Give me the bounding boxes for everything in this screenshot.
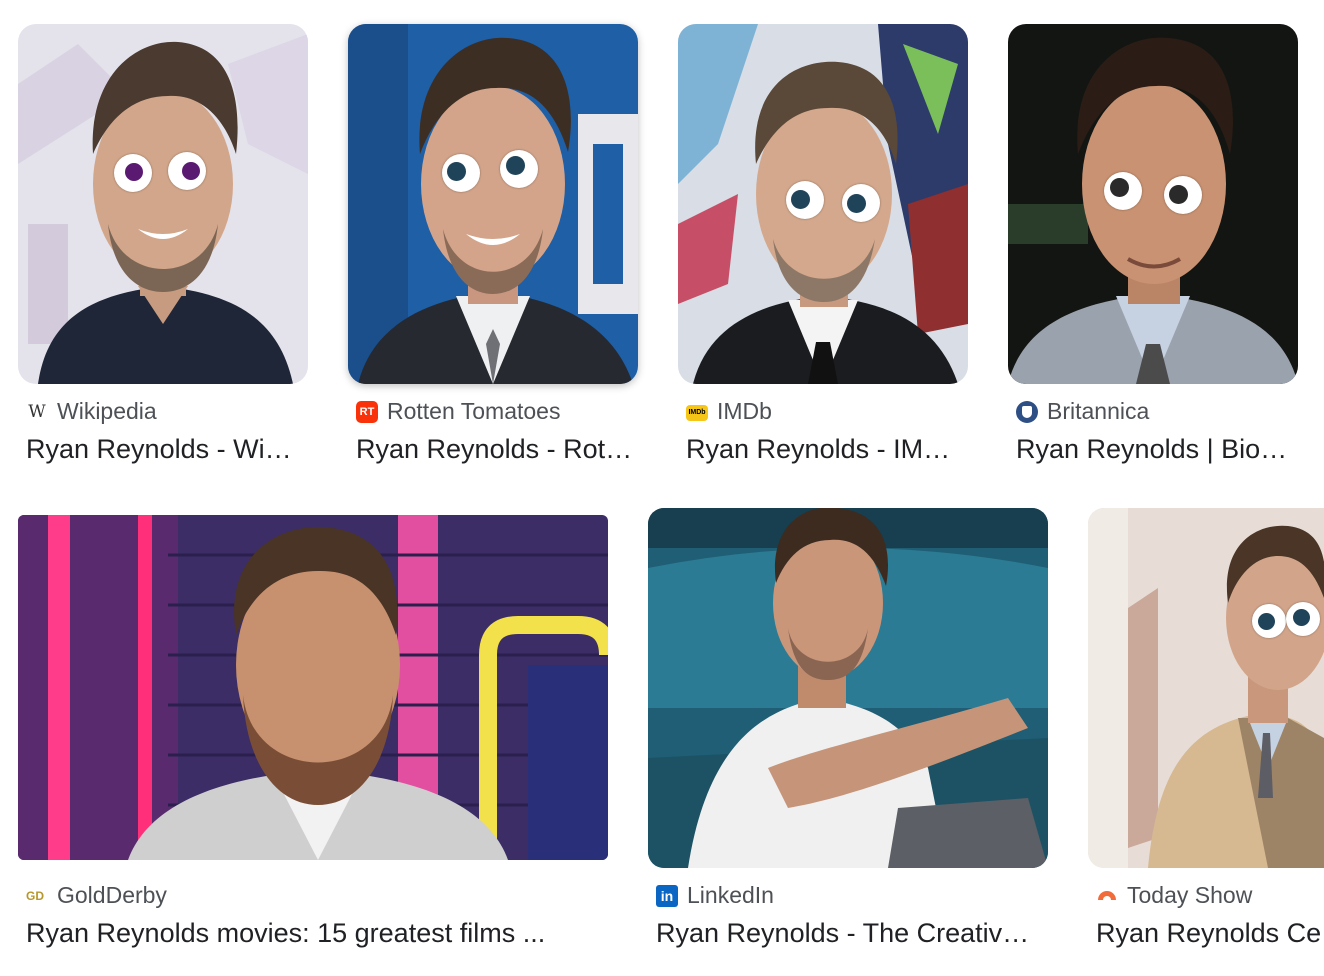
pupil: [1258, 613, 1275, 630]
pupil: [447, 162, 466, 181]
source-name: LinkedIn: [687, 882, 774, 908]
source-name: Britannica: [1047, 398, 1150, 424]
googly-eye-right: [1164, 176, 1202, 214]
googly-eye-right: [168, 152, 206, 190]
pupil: [182, 162, 200, 180]
pupil: [125, 163, 143, 181]
googly-eye-left: [1104, 172, 1142, 210]
result-source[interactable]: RT Rotten Tomatoes: [356, 398, 560, 425]
result-thumbnail[interactable]: [648, 508, 1048, 868]
goldderby-icon: GD: [26, 888, 44, 903]
source-name: GoldDerby: [57, 882, 167, 908]
result-source[interactable]: GD GoldDerby: [26, 882, 167, 909]
imdb-icon: IMDb: [686, 405, 708, 421]
result-source[interactable]: Britannica: [1016, 398, 1149, 425]
result-thumbnail[interactable]: [348, 24, 638, 384]
googly-eye-left: [442, 154, 480, 192]
result-thumbnail[interactable]: [678, 24, 968, 384]
portrait-photo: [1088, 508, 1324, 868]
googly-eye-right: [842, 184, 880, 222]
pupil: [791, 190, 810, 209]
result-source[interactable]: W Wikipedia: [26, 398, 157, 425]
googly-eye-right: [500, 150, 538, 188]
portrait-photo: [648, 508, 1048, 868]
googly-eye-right: [1286, 602, 1320, 636]
result-thumbnail[interactable]: [18, 24, 308, 384]
googly-eye-left: [114, 154, 152, 192]
portrait-photo: [348, 24, 638, 384]
portrait-photo: [18, 24, 308, 384]
pupil: [1293, 609, 1310, 626]
googly-eye-left: [786, 181, 824, 219]
result-thumbnail[interactable]: [1008, 24, 1298, 384]
source-name: Wikipedia: [57, 398, 157, 424]
result-title[interactable]: Ryan Reynolds Ce: [1096, 918, 1324, 949]
result-source[interactable]: in LinkedIn: [656, 882, 774, 909]
pupil: [847, 194, 866, 213]
pupil: [506, 156, 525, 175]
source-name: IMDb: [717, 398, 772, 424]
result-thumbnail[interactable]: [18, 515, 608, 860]
result-source[interactable]: Today Show: [1096, 882, 1252, 909]
portrait-photo: [18, 515, 608, 860]
result-thumbnail[interactable]: [1088, 508, 1324, 868]
britannica-icon: [1016, 400, 1038, 423]
googly-eye-left: [1252, 604, 1286, 638]
linkedin-icon: in: [656, 884, 678, 907]
result-title[interactable]: Ryan Reynolds - Wi…: [26, 434, 306, 465]
rotten-tomatoes-icon: RT: [356, 400, 378, 423]
wikipedia-icon: W: [28, 401, 46, 422]
result-title[interactable]: Ryan Reynolds movies: 15 greatest films …: [26, 918, 606, 949]
portrait-photo: [1008, 24, 1298, 384]
source-name: Today Show: [1127, 882, 1253, 908]
result-title[interactable]: Ryan Reynolds - IM…: [686, 434, 966, 465]
pupil: [1169, 185, 1188, 204]
pupil: [1110, 178, 1129, 197]
result-title[interactable]: Ryan Reynolds | Bio…: [1016, 434, 1296, 465]
source-name: Rotten Tomatoes: [387, 398, 561, 424]
result-title[interactable]: Ryan Reynolds - Rot…: [356, 434, 636, 465]
result-source[interactable]: IMDb IMDb: [686, 398, 772, 425]
result-title[interactable]: Ryan Reynolds - The Creativ…: [656, 918, 1036, 949]
today-show-icon: [1096, 885, 1118, 907]
